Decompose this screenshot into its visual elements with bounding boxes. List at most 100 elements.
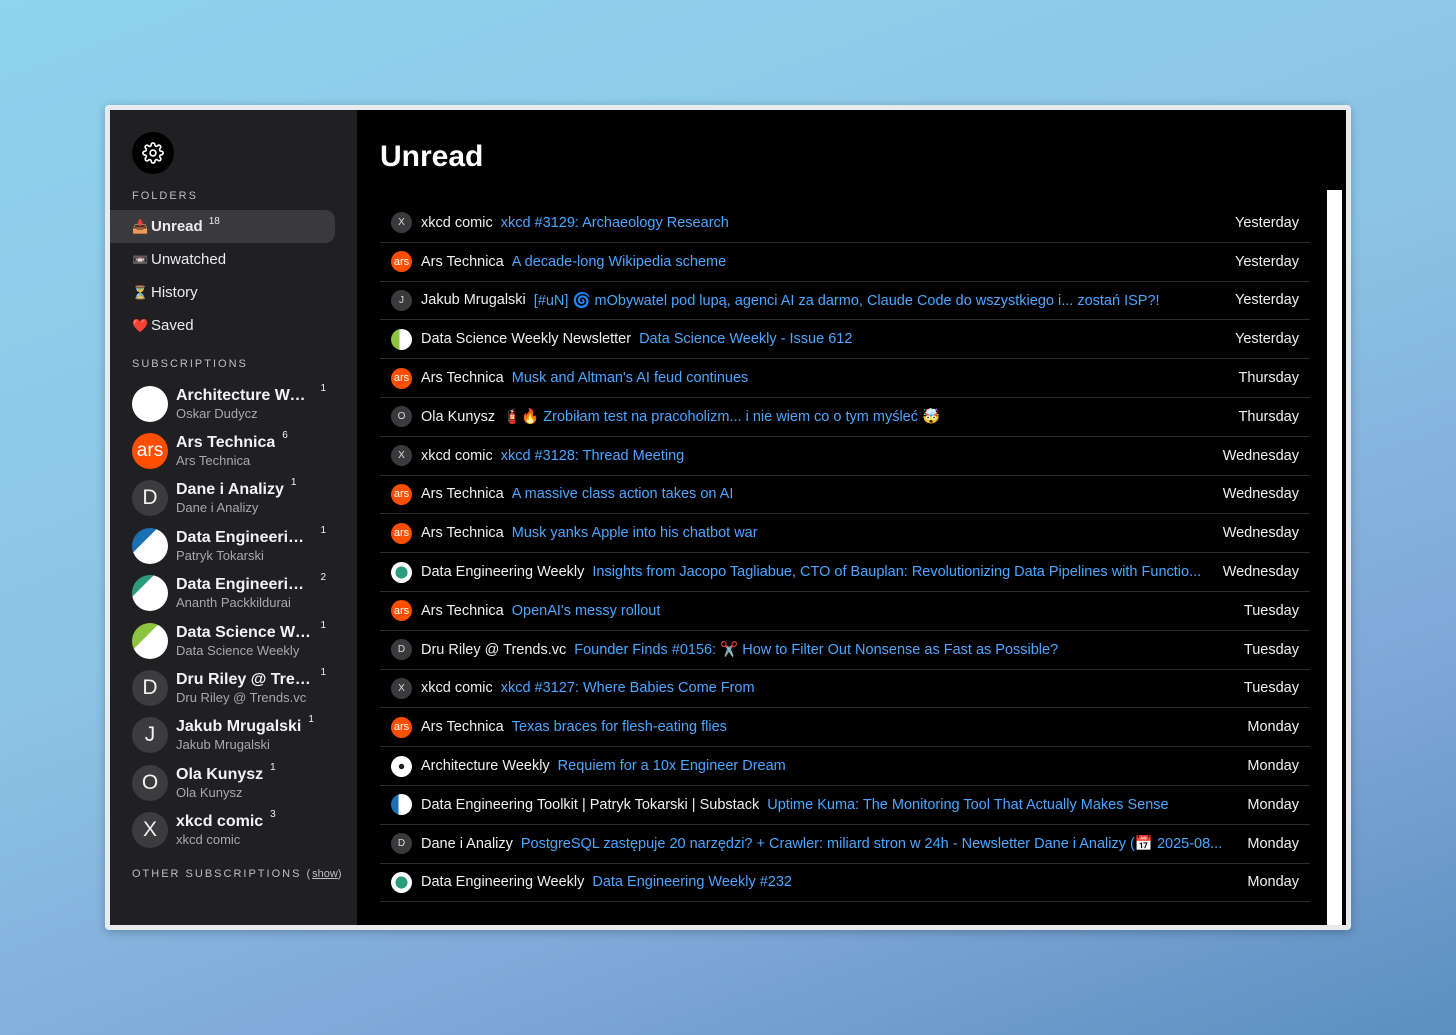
list-item[interactable]: D Dru Riley @ Trends.vc Founder Finds #015… (380, 631, 1310, 670)
list-item[interactable]: Architecture Weekly Requiem for a 10x Eng… (380, 747, 1310, 786)
list-item[interactable]: O Ola Kunysz 🧯🔥 Zrobiłam test na pracoholi… (380, 398, 1310, 437)
show-other-subscriptions-link[interactable]: show (312, 868, 338, 880)
item-source: Dane i Analizy (421, 835, 513, 852)
item-title-link[interactable]: PostgreSQL zastępuje 20 narzędzi? + Craw… (521, 835, 1238, 852)
folder-item-unwatched[interactable]: 📼 Unwatched (110, 243, 335, 276)
list-item[interactable]: ars Ars Technica OpenAI's messy rollout Tue… (380, 592, 1310, 631)
subscription-item[interactable]: Data Engineering ... 1 Patryk Tokarski (110, 522, 357, 569)
folder-label: History (151, 284, 198, 301)
list-item[interactable]: Xxkcd comic xkcd #3128: Thread Meeting Wed… (380, 437, 1310, 476)
avatar (132, 622, 168, 659)
item-date: Monday (1247, 719, 1299, 736)
avatar: J (132, 717, 168, 754)
subscription-item[interactable]: D Dru Riley @ Tren... 1 Dru Riley @ Trends.… (110, 664, 357, 711)
item-source: Ola Kunysz (421, 408, 496, 425)
item-title-link[interactable]: A decade-long Wikipedia scheme (512, 254, 1225, 270)
item-title-link[interactable]: Uptime Kuma: The Monitoring Tool That Ac… (767, 797, 1237, 813)
list-item[interactable]: ars Ars Technica A massive class action ta… (380, 476, 1310, 515)
subscription-item[interactable]: J Jakub Mrugalski 1 Jakub Mrugalski (110, 712, 357, 759)
item-title-link[interactable]: Data Engineering Weekly #232 (592, 874, 1237, 890)
item-date: Wednesday (1222, 447, 1299, 464)
item-title-link[interactable]: OpenAI's messy rollout (512, 603, 1234, 619)
item-title-link[interactable]: Musk yanks Apple into his chatbot war (512, 525, 1213, 541)
subscription-item[interactable]: D Dane i Analizy 1 Dane i Analizy (110, 475, 357, 522)
source-icon: ars (391, 716, 412, 738)
item-date: Wednesday (1222, 486, 1299, 503)
list-item[interactable]: ars Ars Technica A decade-long Wikipedia s… (380, 243, 1310, 282)
list-item[interactable]: Data Science Weekly Newsletter Data Scien… (380, 320, 1310, 360)
subscription-count-badge: 1 (290, 477, 297, 489)
avatar: D (132, 670, 168, 707)
list-item[interactable]: Xxkcd comic xkcd #3127: Where Babies Come… (380, 670, 1310, 709)
page-title: Unread (380, 140, 484, 173)
subscription-title: Data Science We... (176, 623, 314, 641)
item-source: Dru Riley @ Trends.vc (421, 641, 567, 658)
source-icon: ars (391, 251, 412, 273)
item-source: Data Engineering Weekly (421, 874, 585, 891)
scrollbar[interactable] (1327, 190, 1342, 925)
subscriptions-heading: SUBSCRIPTIONS (132, 358, 248, 370)
source-icon: ars (391, 522, 412, 544)
item-title-link[interactable]: Texas braces for flesh-eating flies (512, 719, 1238, 735)
folder-icon: 📥 (132, 218, 149, 234)
folder-item-history[interactable]: ⏳ History (110, 276, 335, 309)
source-icon: D (391, 833, 412, 855)
list-item[interactable]: Data Engineering Toolkit | Patryk Tokars… (380, 786, 1310, 825)
item-source: Ars Technica (421, 253, 504, 270)
item-source: xkcd comic (421, 680, 493, 697)
list-item[interactable]: J Jakub Mrugalski [#uN] 🌀 mObywatel pod lu… (380, 282, 1310, 321)
item-title-link[interactable]: Founder Finds #0156: ✂️ How to Filter Ou… (574, 641, 1234, 658)
subscription-item[interactable]: ars Ars Technica 6 Ars Technica (110, 427, 357, 474)
item-title-link[interactable]: xkcd #3129: Archaeology Research (501, 215, 1225, 231)
list-item[interactable]: ars Ars Technica Musk and Altman's AI feud… (380, 359, 1310, 398)
item-title-link[interactable]: xkcd #3128: Thread Meeting (501, 448, 1213, 464)
folder-icon: ⏳ (132, 284, 149, 300)
subscription-item[interactable]: Data Science We... 1 Data Science Weekly (110, 617, 357, 664)
settings-button[interactable] (132, 132, 174, 174)
subscription-author: xkcd comic (176, 832, 241, 848)
item-title-link[interactable]: Requiem for a 10x Engineer Dream (558, 758, 1238, 774)
folder-item-saved[interactable]: ❤️ Saved (110, 309, 335, 342)
list-item[interactable]: ars Ars Technica Musk yanks Apple into his… (380, 514, 1310, 554)
item-date: Tuesday (1243, 602, 1299, 619)
item-title-link[interactable]: A massive class action takes on AI (512, 486, 1213, 502)
subscription-title: Dane i Analizy (176, 481, 284, 499)
avatar (132, 385, 168, 422)
source-icon: ars (391, 367, 412, 389)
item-title-link[interactable]: 🧯🔥 Zrobiłam test na pracoholizm... i nie… (503, 408, 1228, 425)
subscription-text: xkcd comic 3 xkcd comic (176, 809, 326, 848)
list-item[interactable]: ars Ars Technica Texas braces for flesh-ea… (380, 708, 1310, 748)
source-icon: J (391, 289, 412, 311)
folder-item-unread[interactable]: 📥 Unread 18 (110, 210, 335, 243)
subscription-text: Ola Kunysz 1 Ola Kunysz (176, 762, 326, 800)
subscription-title-row: Dru Riley @ Tren... 1 (176, 667, 326, 689)
item-date: Wednesday (1222, 525, 1299, 542)
item-title-link[interactable]: Musk and Altman's AI feud continues (512, 370, 1229, 386)
list-item[interactable]: Data Engineering Weekly Insights from Jac… (380, 553, 1310, 592)
item-source: Ars Technica (421, 525, 504, 542)
item-date: Yesterday (1235, 253, 1299, 270)
item-title-link[interactable]: [#uN] 🌀 mObywatel pod lupą, agenci AI za… (534, 292, 1225, 309)
source-icon: X (391, 677, 412, 699)
subscription-text: Data Science We... 1 Data Science Weekly (176, 620, 326, 658)
list-item[interactable]: D Dane i Analizy PostgreSQL zastępuje 20 n… (380, 825, 1310, 864)
item-title-link[interactable]: xkcd #3127: Where Babies Come From (501, 680, 1234, 696)
list-item[interactable]: Data Engineering Weekly Data Engineering … (380, 864, 1310, 903)
subscription-item[interactable]: Data Engineering... 2 Ananth Packkildurai (110, 570, 357, 617)
subscription-item[interactable]: Architecture Wee... 1 Oskar Dudycz (110, 380, 357, 427)
subscription-item[interactable]: O Ola Kunysz 1 Ola Kunysz (110, 759, 357, 806)
subscription-count-badge: 2 (320, 572, 326, 584)
subscription-title: xkcd comic (176, 813, 264, 831)
subscription-title-row: Dane i Analizy 1 (176, 477, 326, 499)
subscription-text: Architecture Wee... 1 Oskar Dudycz (176, 383, 326, 421)
source-icon (391, 328, 412, 350)
item-title-link[interactable]: Insights from Jacopo Tagliabue, CTO of B… (592, 564, 1212, 580)
source-icon: ars (391, 483, 412, 505)
subscription-item[interactable]: Xxkcd comic 3 xkcd comic (110, 807, 357, 854)
item-date: Monday (1247, 874, 1299, 891)
item-date: Tuesday (1243, 680, 1299, 697)
source-icon (391, 871, 412, 893)
item-title-link[interactable]: Data Science Weekly - Issue 612 (639, 331, 1225, 347)
list-item[interactable]: Xxkcd comic xkcd #3129: Archaeology Resea… (380, 204, 1310, 243)
subscription-count-badge: 1 (308, 714, 314, 726)
